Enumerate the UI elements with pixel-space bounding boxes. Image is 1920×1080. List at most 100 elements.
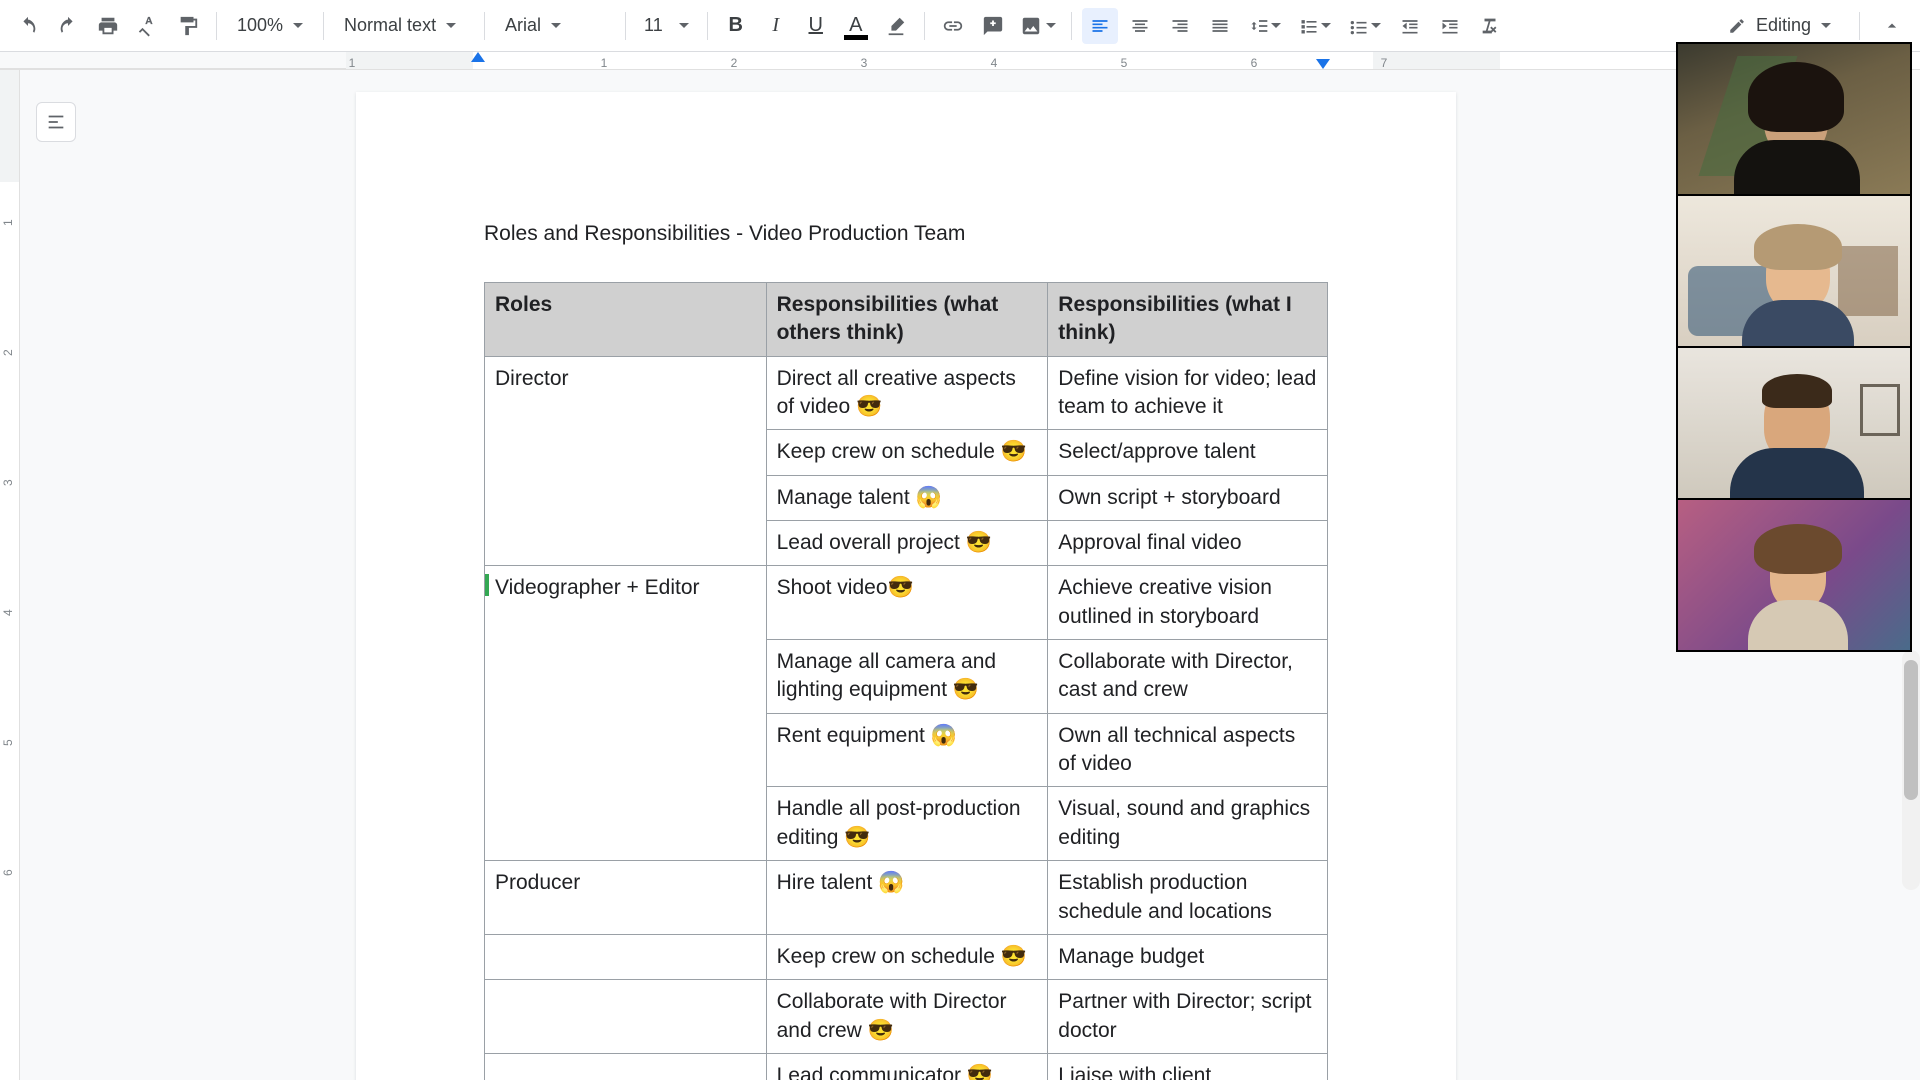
video-participant-4[interactable]: [1678, 500, 1910, 650]
paint-format-button[interactable]: [170, 8, 206, 44]
role-cell[interactable]: [485, 934, 767, 979]
document-outline-button[interactable]: [36, 102, 76, 142]
left-indent-marker[interactable]: [471, 52, 485, 62]
paragraph-style-dropdown[interactable]: Normal text: [334, 8, 474, 44]
video-participant-3[interactable]: [1678, 348, 1910, 498]
chevron-down-icon: [293, 23, 303, 28]
mine-cell[interactable]: Establish production schedule and locati…: [1048, 861, 1328, 935]
text-color-button[interactable]: A: [838, 8, 874, 44]
table-header: Roles: [485, 283, 767, 357]
insert-image-button[interactable]: [1015, 8, 1061, 44]
bold-button[interactable]: B: [718, 8, 754, 44]
separator: [1071, 12, 1072, 40]
line-spacing-button[interactable]: [1242, 8, 1288, 44]
mine-cell[interactable]: Achieve creative vision outlined in stor…: [1048, 566, 1328, 640]
ruler-tick: 7: [1381, 56, 1388, 70]
align-left-button[interactable]: [1082, 8, 1118, 44]
others-cell[interactable]: Shoot video😎: [766, 566, 1048, 640]
add-comment-button[interactable]: [975, 8, 1011, 44]
align-center-button[interactable]: [1122, 8, 1158, 44]
mine-cell[interactable]: Own all technical aspects of video: [1048, 713, 1328, 787]
others-cell[interactable]: Keep crew on schedule 😎: [766, 934, 1048, 979]
table-row[interactable]: Videographer + EditorShoot video😎Achieve…: [485, 566, 1328, 640]
others-cell[interactable]: Keep crew on schedule 😎: [766, 430, 1048, 475]
collapse-toolbar-button[interactable]: [1874, 8, 1910, 44]
collaborator-cursor: [485, 574, 489, 596]
chevron-down-icon: [1046, 23, 1056, 28]
others-cell[interactable]: Handle all post-production editing 😎: [766, 787, 1048, 861]
mine-cell[interactable]: Visual, sound and graphics editing: [1048, 787, 1328, 861]
others-cell[interactable]: Lead communicator 😎: [766, 1053, 1048, 1080]
highlight-button[interactable]: [878, 8, 914, 44]
increase-indent-button[interactable]: [1432, 8, 1468, 44]
vertical-ruler[interactable]: 123456: [0, 70, 20, 1080]
chevron-down-icon: [551, 23, 561, 28]
chevron-down-icon: [446, 23, 456, 28]
insert-link-button[interactable]: [935, 8, 971, 44]
zoom-value: 100%: [237, 15, 283, 36]
table-row[interactable]: Keep crew on schedule 😎Manage budget: [485, 934, 1328, 979]
others-cell[interactable]: Manage talent 😱: [766, 475, 1048, 520]
vruler-tick: 1: [1, 219, 15, 226]
table-row[interactable]: DirectorDirect all creative aspects of v…: [485, 356, 1328, 430]
align-justify-button[interactable]: [1202, 8, 1238, 44]
video-call-overlay[interactable]: [1676, 42, 1912, 652]
table-row[interactable]: ProducerHire talent 😱Establish productio…: [485, 861, 1328, 935]
mine-cell[interactable]: Select/approve talent: [1048, 430, 1328, 475]
separator: [625, 12, 626, 40]
separator: [924, 12, 925, 40]
horizontal-ruler[interactable]: 11234567: [0, 52, 1920, 70]
video-participant-2[interactable]: [1678, 196, 1910, 346]
ruler-tick: 1: [601, 56, 608, 70]
role-cell[interactable]: Videographer + Editor: [485, 566, 767, 861]
spellcheck-button[interactable]: [130, 8, 166, 44]
separator: [323, 12, 324, 40]
mine-cell[interactable]: Define vision for video; lead team to ac…: [1048, 356, 1328, 430]
page-title: Roles and Responsibilities - Video Produ…: [484, 222, 1328, 246]
mine-cell[interactable]: Collaborate with Director, cast and crew: [1048, 640, 1328, 714]
video-participant-1[interactable]: [1678, 44, 1910, 194]
vertical-scrollbar[interactable]: [1902, 650, 1920, 890]
checklist-button[interactable]: [1292, 8, 1338, 44]
mine-cell[interactable]: Approval final video: [1048, 521, 1328, 566]
zoom-dropdown[interactable]: 100%: [227, 8, 313, 44]
table-row[interactable]: Lead communicator 😎Liaise with client: [485, 1053, 1328, 1080]
chevron-down-icon: [1321, 23, 1331, 28]
role-cell[interactable]: [485, 1053, 767, 1080]
decrease-indent-button[interactable]: [1392, 8, 1428, 44]
others-cell[interactable]: Lead overall project 😎: [766, 521, 1048, 566]
roles-table[interactable]: Roles Responsibilities (what others thin…: [484, 282, 1328, 1080]
mine-cell[interactable]: Liaise with client: [1048, 1053, 1328, 1080]
role-cell[interactable]: [485, 980, 767, 1054]
role-cell[interactable]: Producer: [485, 861, 767, 935]
vruler-tick: 5: [1, 739, 15, 746]
table-row[interactable]: Collaborate with Director and crew 😎Part…: [485, 980, 1328, 1054]
align-right-button[interactable]: [1162, 8, 1198, 44]
underline-button[interactable]: U: [798, 8, 834, 44]
document-page[interactable]: Roles and Responsibilities - Video Produ…: [356, 92, 1456, 1080]
bulleted-list-button[interactable]: [1342, 8, 1388, 44]
mine-cell[interactable]: Partner with Director; script doctor: [1048, 980, 1328, 1054]
scrollbar-thumb[interactable]: [1904, 660, 1918, 800]
others-cell[interactable]: Manage all camera and lighting equipment…: [766, 640, 1048, 714]
table-header: Responsibilities (what others think): [766, 283, 1048, 357]
role-cell[interactable]: Director: [485, 356, 767, 566]
italic-button[interactable]: I: [758, 8, 794, 44]
others-cell[interactable]: Rent equipment 😱: [766, 713, 1048, 787]
document-canvas: Roles and Responsibilities - Video Produ…: [0, 70, 1920, 1080]
font-dropdown[interactable]: Arial: [495, 8, 615, 44]
others-cell[interactable]: Collaborate with Director and crew 😎: [766, 980, 1048, 1054]
mine-cell[interactable]: Own script + storyboard: [1048, 475, 1328, 520]
font-size-dropdown[interactable]: 11: [636, 8, 697, 44]
redo-button[interactable]: [50, 8, 86, 44]
right-indent-marker[interactable]: [1316, 59, 1330, 69]
clear-formatting-button[interactable]: [1472, 8, 1508, 44]
print-button[interactable]: [90, 8, 126, 44]
mine-cell[interactable]: Manage budget: [1048, 934, 1328, 979]
pencil-icon: [1728, 17, 1746, 35]
others-cell[interactable]: Hire talent 😱: [766, 861, 1048, 935]
others-cell[interactable]: Direct all creative aspects of video 😎: [766, 356, 1048, 430]
undo-button[interactable]: [10, 8, 46, 44]
chevron-down-icon: [679, 23, 689, 28]
editing-mode-dropdown[interactable]: Editing: [1714, 8, 1845, 44]
